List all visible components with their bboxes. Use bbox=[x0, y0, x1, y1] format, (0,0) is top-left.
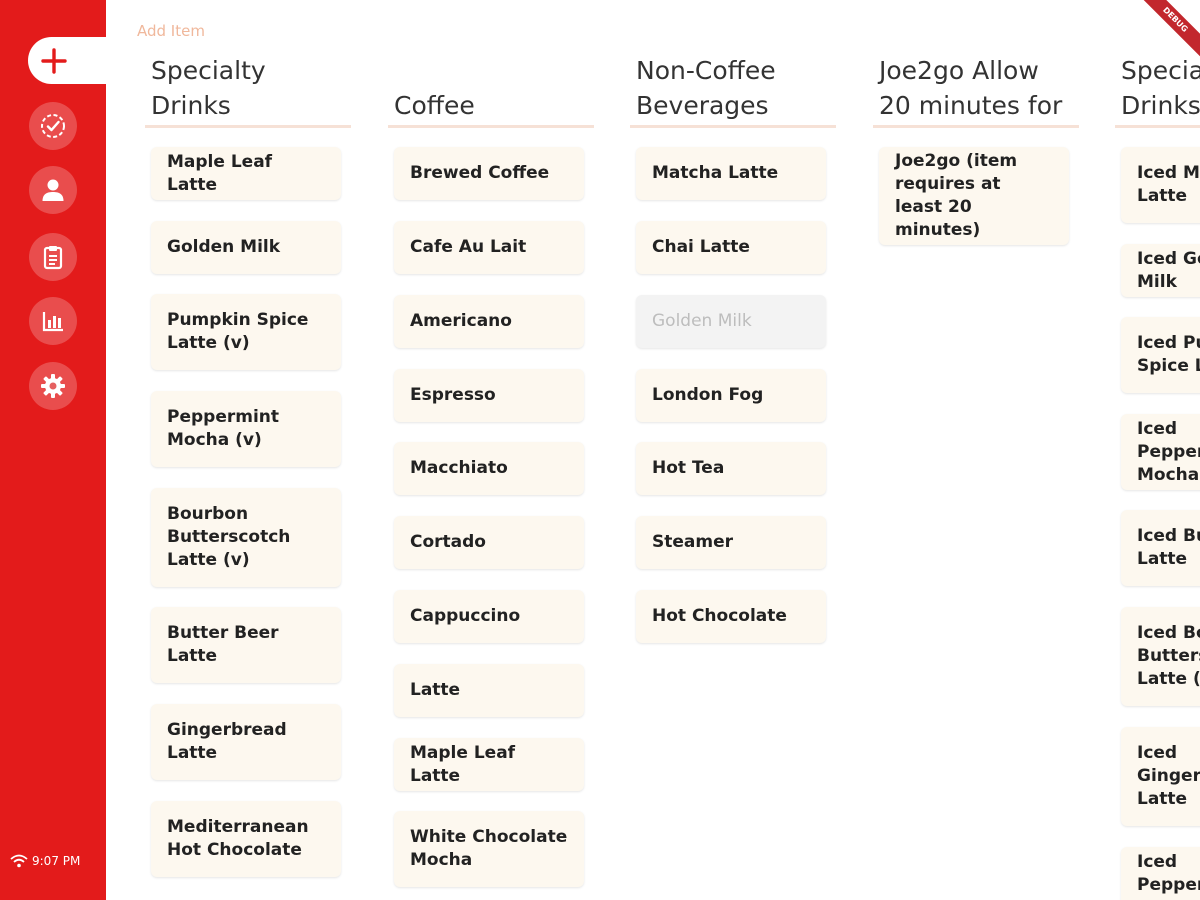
menu-item-card[interactable]: Chai Latte bbox=[636, 221, 826, 274]
menu-item-card[interactable]: Joe2go (item requires at least 20 minute… bbox=[879, 147, 1069, 245]
menu-item-card[interactable]: Matcha Latte bbox=[636, 147, 826, 200]
check-circle-icon bbox=[41, 114, 65, 138]
column-title-line: Drinks bbox=[151, 91, 231, 120]
column-non-coffee-beverages: Non-Coffee Beverages Matcha Latte Chai L… bbox=[630, 0, 836, 900]
menu-item-card[interactable]: Maple Leaf Latte bbox=[151, 147, 341, 200]
menu-nav-button[interactable] bbox=[29, 233, 77, 281]
menu-item-card[interactable]: Bourbon Butterscotch Latte (v) bbox=[151, 488, 341, 587]
menu-item-card[interactable]: Maple Leaf Latte bbox=[394, 738, 584, 791]
column-title-line: Specialty bbox=[151, 56, 266, 85]
menu-item-card-disabled: Golden Milk bbox=[636, 295, 826, 348]
menu-item-card[interactable]: Butter Beer Latte bbox=[151, 607, 341, 683]
column-coffee: Coffee Brewed Coffee Cafe Au Lait Americ… bbox=[388, 0, 594, 900]
menu-item-card[interactable]: Iced Maple Leaf Latte bbox=[1121, 147, 1200, 223]
menu-item-card[interactable]: Hot Tea bbox=[636, 442, 826, 495]
menu-item-card[interactable]: Macchiato bbox=[394, 442, 584, 495]
column-header: Specialty Drinks bbox=[1115, 56, 1200, 128]
menu-item-card[interactable]: Latte bbox=[394, 664, 584, 717]
menu-item-card[interactable]: London Fog bbox=[636, 369, 826, 422]
sidebar: 9:07 PM bbox=[0, 0, 106, 900]
column-title-line: 20 minutes for bbox=[879, 91, 1063, 120]
menu-item-card[interactable]: White Chocolate Mocha bbox=[394, 811, 584, 887]
reports-nav-button[interactable] bbox=[29, 297, 77, 345]
column-header: Specialty Drinks bbox=[145, 56, 351, 128]
column-title-line: Beverages bbox=[636, 91, 769, 120]
menu-item-card[interactable]: Iced Gingerbread Latte bbox=[1121, 727, 1200, 826]
menu-item-card[interactable]: Brewed Coffee bbox=[394, 147, 584, 200]
column-joe2go: Joe2go Allow 20 minutes for Joe2go (item… bbox=[873, 0, 1079, 900]
menu-item-card[interactable]: Iced Butter Beer Latte bbox=[1121, 510, 1200, 586]
wifi-icon bbox=[10, 854, 28, 868]
menu-item-card[interactable]: Iced Pumpkin Spice Latte bbox=[1121, 317, 1200, 393]
menu-item-card[interactable]: Iced Bourbon Butterscotch Latte (v) bbox=[1121, 607, 1200, 706]
menu-item-card[interactable]: Iced Peppermint Butter bbox=[1121, 847, 1200, 900]
menu-item-card[interactable]: Iced Peppermint Mocha bbox=[1121, 414, 1200, 490]
status-bar: 9:07 PM bbox=[10, 854, 80, 868]
clipboard-icon bbox=[43, 246, 63, 270]
column-specialty-drinks-iced: Specialty Drinks Iced Maple Leaf Latte I… bbox=[1115, 0, 1200, 900]
bar-chart-icon bbox=[42, 312, 63, 332]
orders-nav-button[interactable] bbox=[29, 102, 77, 150]
column-title-line: Non-Coffee bbox=[636, 56, 776, 85]
menu-item-card[interactable]: Peppermint Mocha (v) bbox=[151, 391, 341, 467]
menu-item-card[interactable]: Hot Chocolate bbox=[636, 590, 826, 643]
column-title-line: Joe2go Allow bbox=[879, 56, 1039, 85]
add-icon bbox=[41, 47, 67, 74]
add-order-button[interactable] bbox=[28, 37, 106, 84]
menu-item-card[interactable]: Cortado bbox=[394, 516, 584, 569]
menu-item-card[interactable]: Steamer bbox=[636, 516, 826, 569]
status-time: 9:07 PM bbox=[32, 854, 81, 868]
column-title-line: Drinks bbox=[1121, 91, 1200, 120]
menu-item-card[interactable]: Gingerbread Latte bbox=[151, 704, 341, 780]
menu-item-card[interactable]: Cappuccino bbox=[394, 590, 584, 643]
column-title-line: Specialty bbox=[1121, 56, 1200, 85]
menu-item-card[interactable]: Iced Golden Milk bbox=[1121, 244, 1200, 297]
menu-item-card[interactable]: Espresso bbox=[394, 369, 584, 422]
column-header: Coffee bbox=[388, 56, 594, 128]
column-header: Joe2go Allow 20 minutes for bbox=[873, 56, 1079, 128]
menu-item-card[interactable]: Mediterranean Hot Chocolate bbox=[151, 801, 341, 877]
menu-item-card[interactable]: Americano bbox=[394, 295, 584, 348]
menu-item-card[interactable]: Golden Milk bbox=[151, 221, 341, 274]
column-title-line: Coffee bbox=[394, 91, 475, 120]
customers-nav-button[interactable] bbox=[29, 166, 77, 214]
menu-item-card[interactable]: Cafe Au Lait bbox=[394, 221, 584, 274]
person-icon bbox=[42, 179, 64, 201]
column-specialty-drinks: Specialty Drinks Maple Leaf Latte Golden… bbox=[145, 0, 351, 900]
settings-nav-button[interactable] bbox=[29, 362, 77, 410]
menu-item-card[interactable]: Pumpkin Spice Latte (v) bbox=[151, 294, 341, 370]
gear-icon bbox=[41, 374, 65, 398]
column-header: Non-Coffee Beverages bbox=[630, 56, 836, 128]
